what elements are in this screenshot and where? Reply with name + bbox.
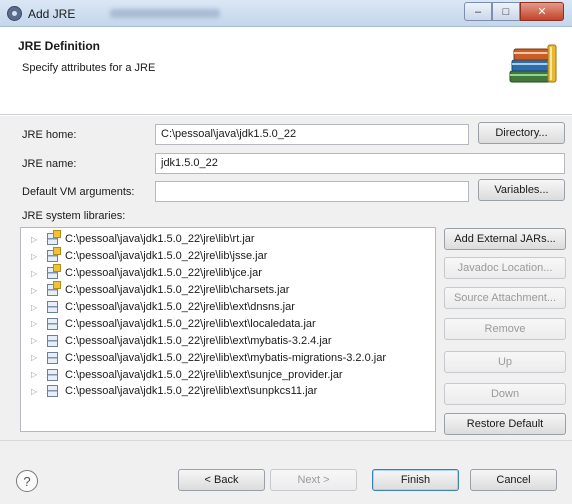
- maximize-button[interactable]: □: [492, 2, 520, 21]
- library-item[interactable]: ▷ C:\pessoal\java\jdk1.5.0_22\jre\lib\jce…: [21, 264, 435, 282]
- javadoc-location-button[interactable]: Javadoc Location...: [444, 257, 566, 279]
- library-item[interactable]: ▷ C:\pessoal\java\jdk1.5.0_22\jre\lib\cha…: [21, 281, 435, 299]
- jar-icon: [47, 368, 58, 381]
- library-item[interactable]: ▷ C:\pessoal\java\jdk1.5.0_22\jre\lib\ext…: [21, 315, 435, 332]
- jar-icon: [47, 317, 58, 330]
- dialog-footer: ? < Back Next > Finish Cancel: [0, 440, 572, 504]
- jar-with-source-icon: [47, 281, 61, 297]
- back-button[interactable]: < Back: [178, 469, 265, 491]
- jar-icon: [47, 301, 58, 313]
- jar-with-source-icon: [47, 230, 61, 246]
- vm-arguments-label: Default VM arguments:: [22, 186, 135, 198]
- cancel-button[interactable]: Cancel: [470, 469, 557, 491]
- source-attachment-button[interactable]: Source Attachment...: [444, 287, 566, 309]
- library-path: C:\pessoal\java\jdk1.5.0_22\jre\lib\ext\…: [65, 334, 332, 347]
- down-button[interactable]: Down: [444, 383, 566, 405]
- window-controls: – □ ✕: [464, 2, 564, 22]
- expand-arrow-icon[interactable]: ▷: [31, 319, 47, 328]
- library-item[interactable]: ▷ C:\pessoal\java\jdk1.5.0_22\jre\lib\ext…: [21, 366, 435, 383]
- library-path: C:\pessoal\java\jdk1.5.0_22\jre\lib\ext\…: [65, 301, 295, 313]
- library-item[interactable]: ▷ C:\pessoal\java\jdk1.5.0_22\jre\lib\ext…: [21, 332, 435, 349]
- library-path: C:\pessoal\java\jdk1.5.0_22\jre\lib\ext\…: [65, 385, 318, 398]
- redacted-title-text: [110, 9, 220, 18]
- library-path: C:\pessoal\java\jdk1.5.0_22\jre\lib\ext\…: [65, 368, 343, 381]
- jre-home-label: JRE home:: [22, 129, 77, 141]
- restore-default-button[interactable]: Restore Default: [444, 413, 566, 435]
- help-icon[interactable]: ?: [16, 470, 38, 492]
- expand-arrow-icon[interactable]: ▷: [31, 387, 47, 396]
- jre-home-input[interactable]: C:\pessoal\java\jdk1.5.0_22: [155, 124, 469, 145]
- library-path: C:\pessoal\java\jdk1.5.0_22\jre\lib\rt.j…: [65, 233, 255, 246]
- library-item[interactable]: ▷ C:\pessoal\java\jdk1.5.0_22\jre\lib\jss…: [21, 247, 435, 265]
- expand-arrow-icon[interactable]: ▷: [31, 252, 47, 261]
- page-title: JRE Definition: [18, 39, 101, 53]
- variables-button[interactable]: Variables...: [478, 179, 565, 201]
- library-path: C:\pessoal\java\jdk1.5.0_22\jre\lib\ext\…: [65, 317, 316, 330]
- title-bar[interactable]: Add JRE – □ ✕: [0, 0, 572, 27]
- dialog-body: JRE home: C:\pessoal\java\jdk1.5.0_22 Di…: [0, 116, 572, 440]
- expand-arrow-icon[interactable]: ▷: [31, 353, 47, 362]
- library-item[interactable]: ▷ C:\pessoal\java\jdk1.5.0_22\jre\lib\ext…: [21, 383, 435, 400]
- jar-icon: [47, 351, 58, 364]
- jar-icon: [47, 334, 58, 347]
- directory-button[interactable]: Directory...: [478, 122, 565, 144]
- jar-with-source-icon: [47, 247, 61, 263]
- minimize-button[interactable]: –: [464, 2, 492, 21]
- system-libraries-label: JRE system libraries:: [22, 210, 126, 222]
- jar-with-source-icon: [47, 264, 61, 280]
- library-item[interactable]: ▷ C:\pessoal\java\jdk1.5.0_22\jre\lib\ext…: [21, 299, 435, 316]
- library-books-icon: [509, 44, 557, 83]
- library-item[interactable]: ▷ C:\pessoal\java\jdk1.5.0_22\jre\lib\rt.…: [21, 230, 435, 248]
- expand-arrow-icon[interactable]: ▷: [31, 370, 47, 379]
- eclipse-app-icon: [7, 6, 22, 21]
- system-libraries-tree[interactable]: ▷ C:\pessoal\java\jdk1.5.0_22\jre\lib\rt.…: [20, 227, 436, 432]
- next-button[interactable]: Next >: [270, 469, 357, 491]
- library-path: C:\pessoal\java\jdk1.5.0_22\jre\lib\char…: [65, 284, 290, 297]
- jre-name-label: JRE name:: [22, 158, 77, 170]
- page-description: Specify attributes for a JRE: [22, 62, 156, 74]
- vm-arguments-input[interactable]: [155, 181, 469, 202]
- remove-button[interactable]: Remove: [444, 318, 566, 340]
- up-button[interactable]: Up: [444, 351, 566, 373]
- expand-arrow-icon[interactable]: ▷: [31, 269, 47, 278]
- add-external-jars-button[interactable]: Add External JARs...: [444, 228, 566, 250]
- jre-name-input[interactable]: jdk1.5.0_22: [155, 153, 565, 174]
- jar-icon: [47, 385, 58, 398]
- library-path: C:\pessoal\java\jdk1.5.0_22\jre\lib\jce.…: [65, 267, 262, 280]
- expand-arrow-icon[interactable]: ▷: [31, 336, 47, 345]
- library-path: C:\pessoal\java\jdk1.5.0_22\jre\lib\jsse…: [65, 250, 268, 263]
- expand-arrow-icon[interactable]: ▷: [31, 286, 47, 295]
- library-item[interactable]: ▷ C:\pessoal\java\jdk1.5.0_22\jre\lib\ext…: [21, 349, 435, 366]
- dialog-header: JRE Definition Specify attributes for a …: [0, 27, 572, 115]
- finish-button[interactable]: Finish: [372, 469, 459, 491]
- library-path: C:\pessoal\java\jdk1.5.0_22\jre\lib\ext\…: [65, 351, 386, 364]
- close-button[interactable]: ✕: [520, 2, 564, 21]
- window-title: Add JRE: [28, 7, 76, 21]
- expand-arrow-icon[interactable]: ▷: [31, 235, 47, 244]
- expand-arrow-icon[interactable]: ▷: [31, 303, 47, 312]
